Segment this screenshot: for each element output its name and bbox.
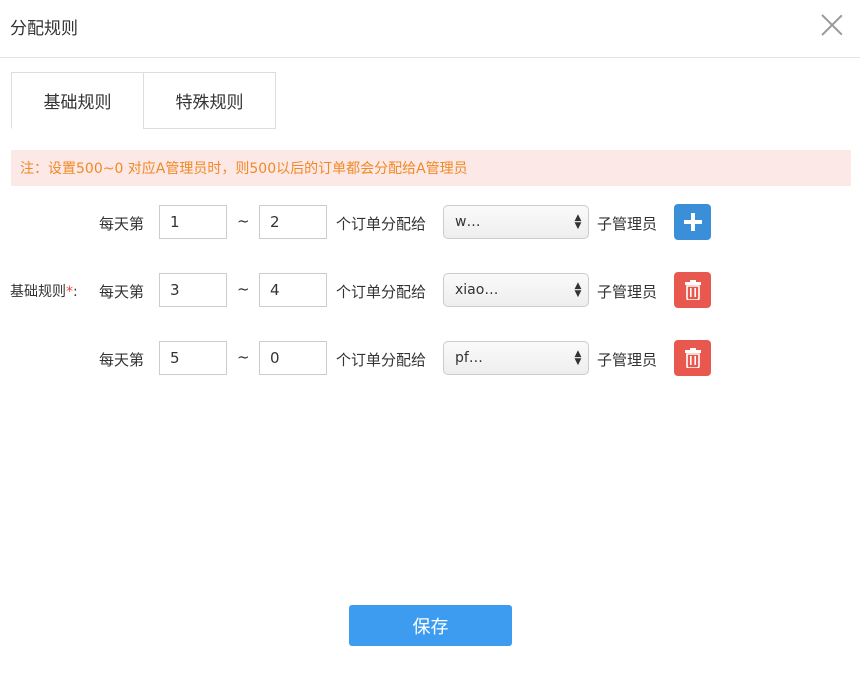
- rule-row: 基础规则*: 每天第 ~ 个订单分配给 xiao… ▲▼ 子管理员: [0, 272, 860, 308]
- range-separator: ~: [237, 280, 250, 298]
- trash-icon: [684, 348, 701, 368]
- rule-row: 每天第 ~ 个订单分配给 w… ▲▼ 子管理员: [0, 204, 860, 240]
- tab-basic-rules[interactable]: 基础规则: [11, 72, 144, 129]
- row-suffix: 子管理员: [597, 351, 658, 369]
- order-from-input[interactable]: [159, 205, 227, 239]
- delete-rule-button[interactable]: [674, 272, 711, 308]
- modal-header: 分配规则: [0, 0, 860, 58]
- add-rule-button[interactable]: [674, 204, 711, 240]
- select-arrows-icon: ▲ ▼: [574, 349, 582, 367]
- order-to-input[interactable]: [259, 341, 327, 375]
- range-separator: ~: [237, 212, 250, 230]
- admin-select[interactable]: w… ▲ ▼: [443, 205, 589, 239]
- rule-tabs: 基础规则 特殊规则: [11, 72, 276, 129]
- row-prefix: 每天第: [99, 351, 145, 369]
- basic-rule-label: 基础规则*:: [10, 281, 78, 301]
- order-to-input[interactable]: [259, 205, 327, 239]
- close-icon[interactable]: [820, 12, 844, 36]
- label-colon: :: [73, 284, 78, 300]
- admin-select-value: pf…: [455, 350, 483, 366]
- row-suffix: 子管理员: [597, 215, 658, 233]
- order-from-input[interactable]: [159, 341, 227, 375]
- range-separator: ~: [237, 348, 250, 366]
- row-suffix: 子管理员: [597, 283, 658, 301]
- admin-select-value: w…: [455, 214, 481, 230]
- row-middle-text: 个订单分配给: [336, 215, 427, 233]
- rule-row: 每天第 ~ 个订单分配给 pf… ▲▼ 子管理员: [0, 340, 860, 376]
- order-from-input[interactable]: [159, 273, 227, 307]
- row-prefix: 每天第: [99, 215, 145, 233]
- save-button[interactable]: 保存: [349, 605, 512, 646]
- delete-rule-button[interactable]: [674, 340, 711, 376]
- select-arrows-icon: ▲ ▼: [574, 213, 582, 231]
- admin-select-value: xiao…: [455, 282, 499, 298]
- admin-select[interactable]: xiao… ▲ ▼: [443, 273, 589, 307]
- row-middle-text: 个订单分配给: [336, 283, 427, 301]
- admin-select[interactable]: pf… ▲ ▼: [443, 341, 589, 375]
- basic-rule-label-text: 基础规则: [10, 284, 66, 300]
- trash-icon: [684, 280, 701, 300]
- required-mark: *: [66, 284, 73, 300]
- plus-icon: [683, 213, 702, 231]
- select-arrows-icon: ▲ ▼: [574, 281, 582, 299]
- tab-special-rules[interactable]: 特殊规则: [143, 72, 276, 129]
- modal-title: 分配规则: [10, 19, 78, 39]
- notice-banner: 注：设置500~0 对应A管理员时，则500以后的订单都会分配给A管理员: [11, 150, 851, 186]
- order-to-input[interactable]: [259, 273, 327, 307]
- row-prefix: 每天第: [99, 283, 145, 301]
- row-middle-text: 个订单分配给: [336, 351, 427, 369]
